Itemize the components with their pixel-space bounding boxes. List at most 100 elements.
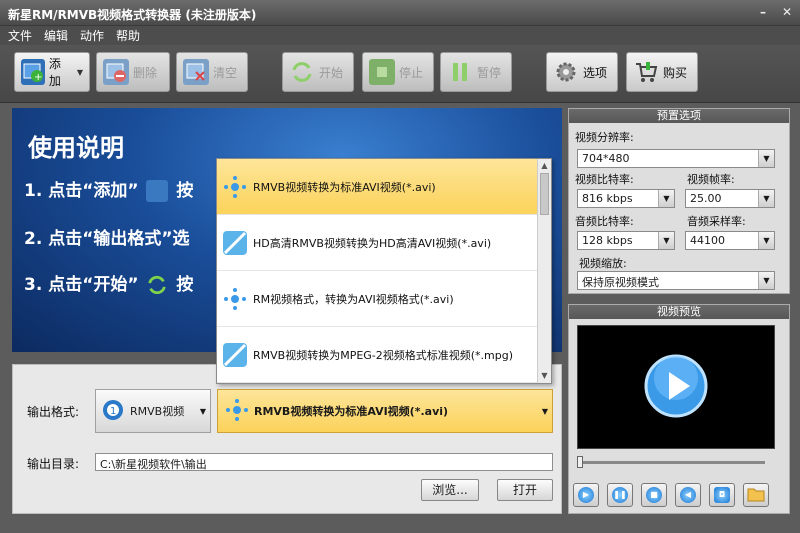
hd-video-icon: [221, 341, 249, 369]
buy-button[interactable]: 购买: [626, 52, 698, 92]
chevron-down-icon[interactable]: ▼: [758, 232, 774, 249]
rmvb-icon: 1: [102, 399, 124, 424]
pause-button[interactable]: 暂停: [440, 52, 512, 92]
add-button-label: 添加: [48, 57, 61, 88]
menu-edit[interactable]: 编辑: [44, 27, 68, 44]
chevron-down-icon[interactable]: ▼: [758, 150, 774, 167]
video-scale-select[interactable]: 保持原视频模式 ▼: [577, 271, 775, 290]
guide-step-2-text: 2. 点击“输出格式”选: [24, 229, 190, 249]
sparkle-icon: [221, 285, 249, 313]
snapshot-button[interactable]: ◘: [709, 483, 735, 507]
scrollbar-thumb[interactable]: [540, 173, 549, 215]
film-add-icon: [146, 180, 169, 202]
format-dropdown-list: RMVB视频转换为标准AVI视频(*.avi) HD高清RMVB视频转换为HD高…: [216, 158, 552, 384]
menu-help[interactable]: 帮助: [116, 27, 140, 44]
play-icon[interactable]: [644, 354, 708, 421]
folder-icon: [747, 486, 765, 505]
film-add-icon: +: [21, 59, 45, 85]
open-button[interactable]: 打开: [497, 479, 553, 501]
delete-button[interactable]: 删除: [96, 52, 170, 92]
format-option[interactable]: RMVB视频转换为标准AVI视频(*.avi): [217, 159, 537, 215]
format-option-label: HD高清RMVB视频转换为HD高清AVI视频(*.avi): [253, 236, 492, 250]
window-title: 新星RM/RMVB视频格式转换器 (未注册版本): [8, 8, 257, 22]
clear-button[interactable]: 清空: [176, 52, 248, 92]
framerate-value: 25.00: [690, 192, 722, 205]
output-preset-value: RMVB视频转换为标准AVI视频(*.avi): [254, 405, 449, 418]
audio-bitrate-select[interactable]: 128 kbps ▼: [577, 231, 675, 250]
guide-step-1-tail: 按: [176, 181, 194, 201]
chevron-down-icon[interactable]: ▼: [658, 232, 674, 249]
options-button-label: 选项: [583, 65, 608, 80]
options-button[interactable]: 选项: [546, 52, 618, 92]
video-bitrate-select[interactable]: 816 kbps ▼: [577, 189, 675, 208]
sparkle-icon: [221, 173, 249, 201]
preset-options-header: 预置选项: [569, 109, 789, 123]
guide-step-2: 2. 点击“输出格式”选: [24, 224, 190, 249]
output-format-value: RMVB视频: [130, 405, 185, 418]
chevron-down-icon[interactable]: ▼: [200, 407, 206, 416]
format-option[interactable]: RM视频格式，转换为AVI视频格式(*.avi): [217, 271, 537, 327]
scroll-down-icon[interactable]: ▼: [538, 369, 551, 383]
pause-icon: [447, 59, 473, 85]
stop-button[interactable]: ■: [641, 483, 667, 507]
chevron-down-icon[interactable]: ▼: [658, 190, 674, 207]
guide-step-3: 3. 点击“开始” 按: [24, 270, 193, 296]
format-option-label: RMVB视频转换为标准AVI视频(*.avi): [253, 180, 436, 194]
output-dir-label: 输出目录:: [27, 457, 80, 471]
format-option-label: RM视频格式，转换为AVI视频格式(*.avi): [253, 292, 454, 306]
menu-action[interactable]: 动作: [80, 27, 104, 44]
buy-button-label: 购买: [663, 65, 688, 80]
minimize-button[interactable]: –: [754, 3, 772, 21]
pause-button[interactable]: ❚❚: [607, 483, 633, 507]
chevron-down-icon[interactable]: ▼: [758, 272, 774, 289]
menu-file[interactable]: 文件: [8, 27, 32, 44]
chevron-down-icon[interactable]: ▼: [542, 407, 548, 416]
video-scale-value: 保持原视频模式: [582, 276, 659, 289]
output-preset-select[interactable]: RMVB视频转换为标准AVI视频(*.avi) ▼: [217, 389, 553, 433]
guide-step-3-text: 3. 点击“开始”: [24, 275, 139, 295]
resolution-select[interactable]: 704*480 ▼: [577, 149, 775, 168]
dropdown-scrollbar[interactable]: ▲ ▼: [537, 159, 551, 383]
sparkle-icon: [224, 397, 250, 426]
chevron-down-icon[interactable]: ▼: [77, 68, 83, 77]
refresh-icon: [289, 59, 315, 85]
seek-handle[interactable]: [577, 456, 583, 468]
output-dir-input[interactable]: C:\新星视频软件\输出: [95, 453, 553, 471]
format-option[interactable]: RMVB视频转换为MPEG-2视频格式标准视频(*.mpg): [217, 327, 537, 383]
add-button[interactable]: + 添加 ▼: [14, 52, 90, 92]
menu-bar: 文件 编辑 动作 帮助: [0, 26, 800, 45]
chevron-down-icon[interactable]: ▼: [758, 190, 774, 207]
video-scale-label: 视频缩放:: [579, 257, 627, 270]
start-button-label: 开始: [319, 65, 344, 80]
volume-button[interactable]: ◀: [675, 483, 701, 507]
pause-button-label: 暂停: [477, 65, 502, 80]
guide-step-1-text: 1. 点击“添加”: [24, 181, 139, 201]
close-button[interactable]: ✕: [778, 3, 796, 21]
framerate-select[interactable]: 25.00 ▼: [685, 189, 775, 208]
pause-icon: ❚❚: [612, 487, 628, 503]
film-clear-icon: [183, 59, 209, 85]
play-icon: ▶: [578, 487, 594, 503]
speaker-icon: ◀: [680, 487, 696, 503]
audio-bitrate-value: 128 kbps: [582, 234, 633, 247]
play-button[interactable]: ▶: [573, 483, 599, 507]
toolbar: + 添加 ▼ 删除 清空 开始 停止 暂停 选项 购买: [0, 45, 800, 103]
samplerate-select[interactable]: 44100 ▼: [685, 231, 775, 250]
browse-button[interactable]: 浏览...: [421, 479, 479, 501]
svg-text:1: 1: [110, 406, 116, 417]
output-settings-panel: 输出格式: 1 RMVB视频 ▼ RMVB视频转换为标准AVI视频(*.avi)…: [12, 364, 562, 514]
guide-step-1: 1. 点击“添加” 按: [24, 176, 193, 202]
gear-icon: [553, 59, 579, 85]
start-button[interactable]: 开始: [282, 52, 354, 92]
scroll-up-icon[interactable]: ▲: [538, 159, 551, 173]
stop-button[interactable]: 停止: [362, 52, 434, 92]
open-folder-button[interactable]: [743, 483, 769, 507]
output-format-select[interactable]: 1 RMVB视频 ▼: [95, 389, 211, 433]
format-option-label: RMVB视频转换为MPEG-2视频格式标准视频(*.mpg): [253, 348, 514, 362]
camera-icon: ◘: [714, 487, 730, 503]
format-option[interactable]: HD高清RMVB视频转换为HD高清AVI视频(*.avi): [217, 215, 537, 271]
audio-bitrate-label: 音频比特率:: [575, 215, 634, 228]
video-preview-screen[interactable]: [577, 325, 775, 449]
svg-text:+: +: [34, 72, 42, 83]
seek-bar[interactable]: [577, 456, 765, 468]
